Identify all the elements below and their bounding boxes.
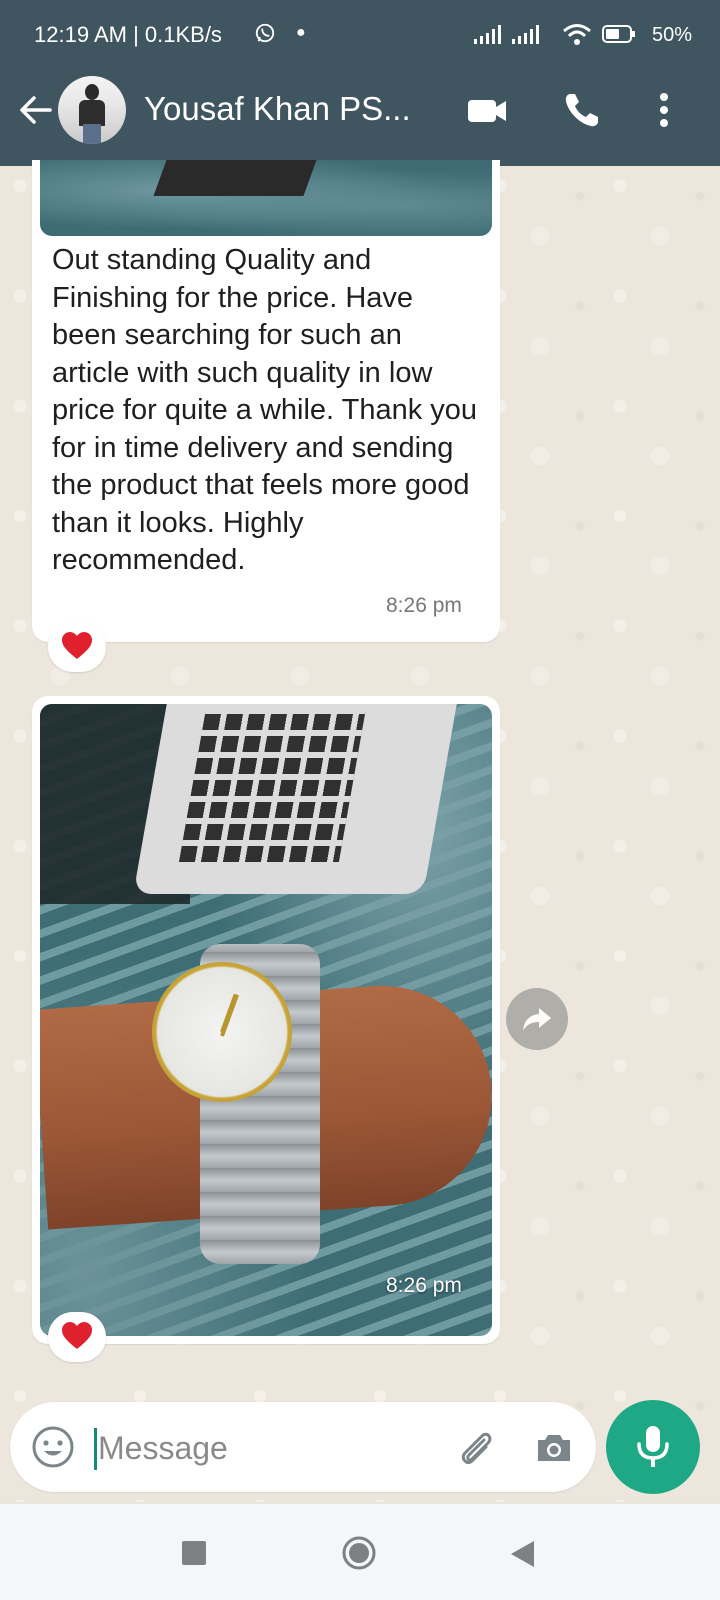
back-triangle-icon[interactable] [508, 1539, 536, 1569]
paperclip-icon[interactable] [454, 1426, 498, 1470]
battery-percent: 50% [652, 24, 693, 46]
message-time: 8:26 pm [386, 594, 462, 617]
reaction-badge[interactable] [48, 622, 106, 672]
camera-icon[interactable] [534, 1428, 574, 1468]
message-composer [10, 1402, 596, 1492]
message-image[interactable] [40, 160, 492, 236]
heart-icon [62, 1322, 92, 1349]
message-bubble[interactable]: Out standing Quality and Finishing for t… [32, 160, 500, 642]
heart-icon [62, 632, 92, 659]
status-time: 12:19 AM | 0.1KB/s [34, 22, 222, 47]
forward-button[interactable] [506, 988, 568, 1050]
emoji-icon[interactable] [30, 1424, 76, 1470]
video-call-icon[interactable] [466, 88, 510, 132]
chat-header: 12:19 AM | 0.1KB/s ● 50% Yousaf Khan PS.… [0, 0, 720, 166]
more-vert-icon[interactable] [642, 88, 686, 132]
photo-watch-on-wrist[interactable] [40, 704, 492, 1336]
status-bar: 12:19 AM | 0.1KB/s ● 50% [0, 0, 720, 70]
contact-avatar[interactable] [58, 76, 126, 144]
system-nav-bar [0, 1504, 720, 1600]
whatsapp-notification-icon [255, 23, 275, 43]
recents-button[interactable] [182, 1541, 206, 1565]
contact-name[interactable]: Yousaf Khan PS... [144, 90, 444, 128]
message-input[interactable] [96, 1420, 440, 1476]
signal-icon [474, 25, 501, 44]
back-arrow-icon[interactable] [16, 90, 56, 130]
message-text: Out standing Quality and Finishing for t… [52, 244, 478, 576]
phone-icon[interactable] [560, 88, 604, 132]
signal-icon [512, 25, 539, 44]
forward-icon [523, 1008, 551, 1031]
notification-dot-icon: ● [296, 24, 306, 41]
wifi-icon [563, 24, 591, 45]
reaction-badge[interactable] [48, 1312, 106, 1362]
home-button[interactable] [342, 1536, 376, 1570]
mic-button[interactable] [606, 1400, 700, 1494]
battery-icon [602, 25, 635, 43]
photo-message-bubble[interactable]: 8:26 pm [32, 696, 500, 1344]
mic-icon [637, 1426, 669, 1467]
message-time: 8:26 pm [386, 1274, 462, 1297]
